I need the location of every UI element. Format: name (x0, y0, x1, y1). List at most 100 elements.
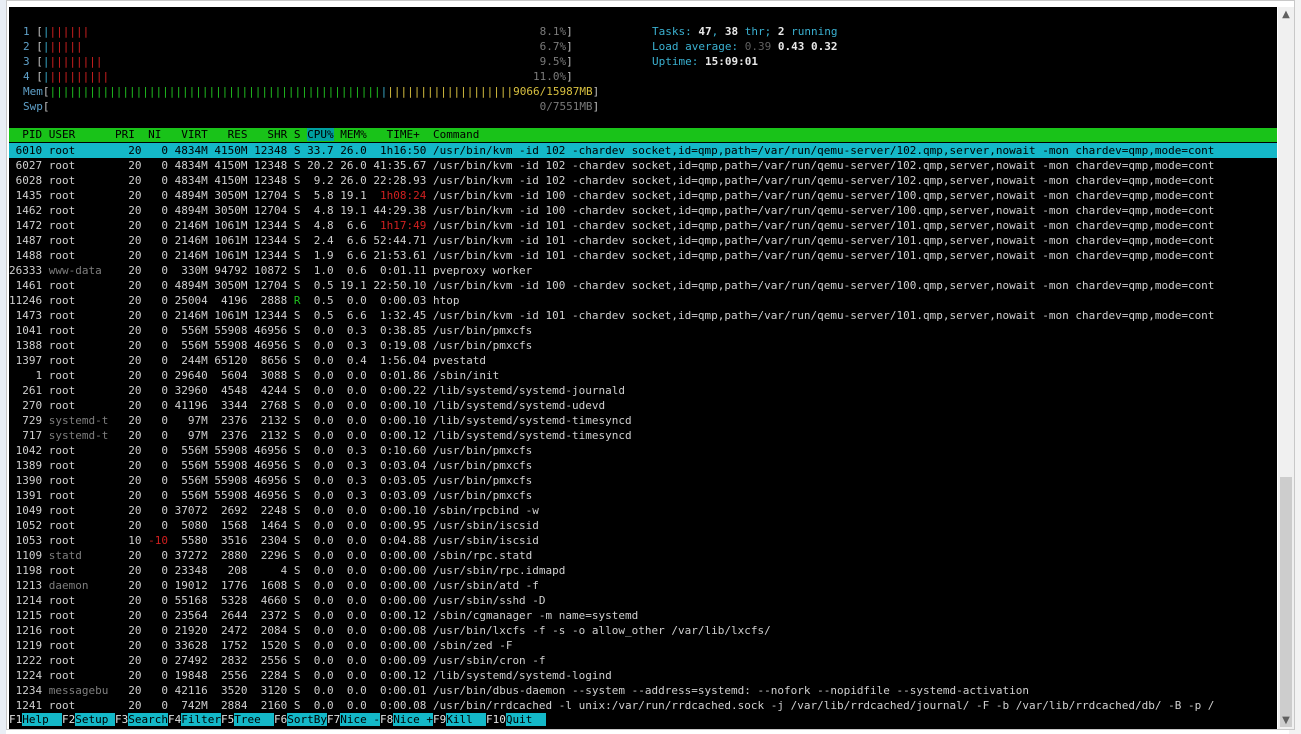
cell-pri: 20 (121, 219, 142, 232)
table-row[interactable]: 1473 root 20 0 2146M 1061M 12344 S 0.5 6… (9, 308, 1277, 323)
cell-pri: 20 (121, 594, 142, 607)
cell-command: /usr/bin/kvm -id 101 -chardev socket,id=… (432, 309, 1215, 322)
cell-cpu: 0.0 (307, 564, 334, 577)
table-row[interactable]: 1109 statd 20 0 37272 2880 2296 S 0.0 0.… (9, 548, 1277, 563)
table-row[interactable]: 1435 root 20 0 4894M 3050M 12704 S 5.8 1… (9, 188, 1277, 203)
table-row[interactable]: 6010 root 20 0 4834M 4150M 12348 S 33.7 … (9, 143, 1277, 158)
cell-res: 4196 (214, 294, 248, 307)
cell-shr: 46956 (254, 324, 288, 337)
col-virt[interactable]: VIRT (168, 128, 208, 141)
cell-pri: 20 (121, 564, 142, 577)
table-row[interactable]: 11246 root 20 0 25004 4196 2888 R 0.5 0.… (9, 293, 1277, 308)
col-mem[interactable]: MEM% (340, 128, 367, 141)
table-row[interactable]: 1488 root 20 0 2146M 1061M 12344 S 1.9 6… (9, 248, 1277, 263)
table-row[interactable]: 1462 root 20 0 4894M 3050M 12704 S 4.8 1… (9, 203, 1277, 218)
fkey-label: Quit (505, 713, 546, 726)
table-row[interactable]: 1 root 20 0 29640 5604 3088 S 0.0 0.0 0:… (9, 368, 1277, 383)
cell-virt: 19848 (174, 669, 208, 682)
table-row[interactable]: 1241 root 20 0 742M 2884 2160 S 0.0 0.0 … (9, 698, 1277, 713)
fkey-f3-button[interactable]: F3Search (115, 713, 168, 726)
meter-bracket: ] (592, 85, 600, 98)
col-state[interactable]: S (294, 128, 301, 141)
table-row[interactable]: 261 root 20 0 32960 4548 4244 S 0.0 0.0 … (9, 383, 1277, 398)
col-res[interactable]: RES (214, 128, 248, 141)
scroll-down-arrow-icon[interactable]: ▼ (1278, 713, 1294, 729)
table-row[interactable]: 1391 root 20 0 556M 55908 46956 S 0.0 0.… (9, 488, 1277, 503)
fkey-f9-button[interactable]: F9Kill (433, 713, 486, 726)
scroll-thumb[interactable] (1280, 477, 1292, 727)
table-row[interactable]: 6028 root 20 0 4834M 4150M 12348 S 9.2 2… (9, 173, 1277, 188)
cell-user: daemon (48, 579, 109, 592)
cell-state: S (293, 219, 301, 232)
table-row[interactable]: 1222 root 20 0 27492 2832 2556 S 0.0 0.0… (9, 653, 1277, 668)
cell-pri: 20 (121, 339, 142, 352)
table-row[interactable]: 1388 root 20 0 556M 55908 46956 S 0.0 0.… (9, 338, 1277, 353)
table-row[interactable]: 729 systemd-t 20 0 97M 2376 2132 S 0.0 0… (9, 413, 1277, 428)
table-row[interactable]: 1389 root 20 0 556M 55908 46956 S 0.0 0.… (9, 458, 1277, 473)
cell-time: 1h16:50 (373, 144, 427, 157)
fkey-f1-button[interactable]: F1Help (9, 713, 62, 726)
table-row[interactable]: 1216 root 20 0 21920 2472 2084 S 0.0 0.0… (9, 623, 1277, 638)
cell-res: 1776 (214, 579, 248, 592)
cell-pid: 270 (9, 399, 43, 412)
table-row[interactable]: 6027 root 20 0 4834M 4150M 12348 S 20.2 … (9, 158, 1277, 173)
cell-pid: 1053 (9, 534, 43, 547)
table-row[interactable]: 1041 root 20 0 556M 55908 46956 S 0.0 0.… (9, 323, 1277, 338)
table-row[interactable]: 1472 root 20 0 2146M 1061M 12344 S 4.8 6… (9, 218, 1277, 233)
cpu-meter-id: 3 (23, 55, 30, 68)
col-cpu[interactable]: CPU% (307, 128, 334, 141)
table-row[interactable]: 1042 root 20 0 556M 55908 46956 S 0.0 0.… (9, 443, 1277, 458)
col-command[interactable]: Command (433, 128, 479, 141)
table-row[interactable]: 1214 root 20 0 55168 5328 4660 S 0.0 0.0… (9, 593, 1277, 608)
cell-state: S (293, 474, 301, 487)
cell-cpu: 0.5 (307, 279, 334, 292)
fkey-f4-button[interactable]: F4Filter (168, 713, 221, 726)
fkey-f7-button[interactable]: F7Nice - (327, 713, 380, 726)
table-row[interactable]: 1397 root 20 0 244M 65120 8656 S 0.0 0.4… (9, 353, 1277, 368)
htop-terminal[interactable]: 1 [||||||| 8.1%] 2 [|||||| 6.7%] 3 [||||||… (9, 7, 1277, 729)
vertical-scrollbar[interactable]: ▲ ▼ (1278, 7, 1294, 729)
table-row[interactable]: 270 root 20 0 41196 3344 2768 S 0.0 0.0 … (9, 398, 1277, 413)
cell-user: root (48, 309, 109, 322)
table-row[interactable]: 1224 root 20 0 19848 2556 2284 S 0.0 0.0… (9, 668, 1277, 683)
cell-state: S (293, 594, 301, 607)
cell-user: root (48, 279, 109, 292)
table-row[interactable]: 1219 root 20 0 33628 1752 1520 S 0.0 0.0… (9, 638, 1277, 653)
col-pri[interactable]: PRI (115, 128, 135, 141)
table-row[interactable]: 1198 root 20 0 23348 208 4 S 0.0 0.0 0:0… (9, 563, 1277, 578)
table-row[interactable]: 26333 www-data 20 0 330M 94792 10872 S 1… (9, 263, 1277, 278)
fkey-f2-button[interactable]: F2Setup (62, 713, 115, 726)
table-row[interactable]: 1487 root 20 0 2146M 1061M 12344 S 2.4 6… (9, 233, 1277, 248)
fkey-f6-button[interactable]: F6SortBy (274, 713, 327, 726)
terminal-window[interactable]: 1 [||||||| 8.1%] 2 [|||||| 6.7%] 3 [||||||… (6, 0, 1295, 730)
cell-res: 2644 (214, 609, 248, 622)
table-row[interactable]: 1234 messagebu 20 0 42116 3520 3120 S 0.… (9, 683, 1277, 698)
cell-mem: 0.6 (340, 264, 367, 277)
cell-ni: 0 (148, 654, 168, 667)
col-pid[interactable]: PID (9, 128, 42, 141)
col-shr[interactable]: SHR (254, 128, 287, 141)
cell-pri: 20 (121, 159, 142, 172)
fkey-f5-button[interactable]: F5Tree (221, 713, 274, 726)
table-row[interactable]: 1213 daemon 20 0 19012 1776 1608 S 0.0 0… (9, 578, 1277, 593)
cell-pri: 20 (121, 699, 142, 712)
col-ni[interactable]: NI (141, 128, 161, 141)
table-row[interactable]: 1461 root 20 0 4894M 3050M 12704 S 0.5 1… (9, 278, 1277, 293)
scroll-up-arrow-icon[interactable]: ▲ (1278, 7, 1294, 23)
col-time[interactable]: TIME+ (373, 128, 420, 141)
table-row[interactable]: 1215 root 20 0 23564 2644 2372 S 0.0 0.0… (9, 608, 1277, 623)
cell-state: S (293, 549, 301, 562)
table-row[interactable]: 1049 root 20 0 37072 2692 2248 S 0.0 0.0… (9, 503, 1277, 518)
process-list[interactable]: 6010 root 20 0 4834M 4150M 12348 S 33.7 … (9, 143, 1277, 713)
table-row[interactable]: 717 systemd-t 20 0 97M 2376 2132 S 0.0 0… (9, 428, 1277, 443)
cell-user: root (48, 384, 109, 397)
table-row[interactable]: 1053 root 10 -10 5580 3516 2304 S 0.0 0.… (9, 533, 1277, 548)
col-user[interactable]: USER (49, 128, 109, 141)
fkey-key: F8 (380, 713, 394, 726)
cell-command: /lib/systemd/systemd-logind (432, 669, 612, 682)
table-row[interactable]: 1390 root 20 0 556M 55908 46956 S 0.0 0.… (9, 473, 1277, 488)
table-row[interactable]: 1052 root 20 0 5080 1568 1464 S 0.0 0.0 … (9, 518, 1277, 533)
cell-res: 3050M (214, 279, 248, 292)
fkey-f8-button[interactable]: F8Nice + (380, 713, 433, 726)
fkey-f10-button[interactable]: F10Quit (486, 713, 546, 726)
